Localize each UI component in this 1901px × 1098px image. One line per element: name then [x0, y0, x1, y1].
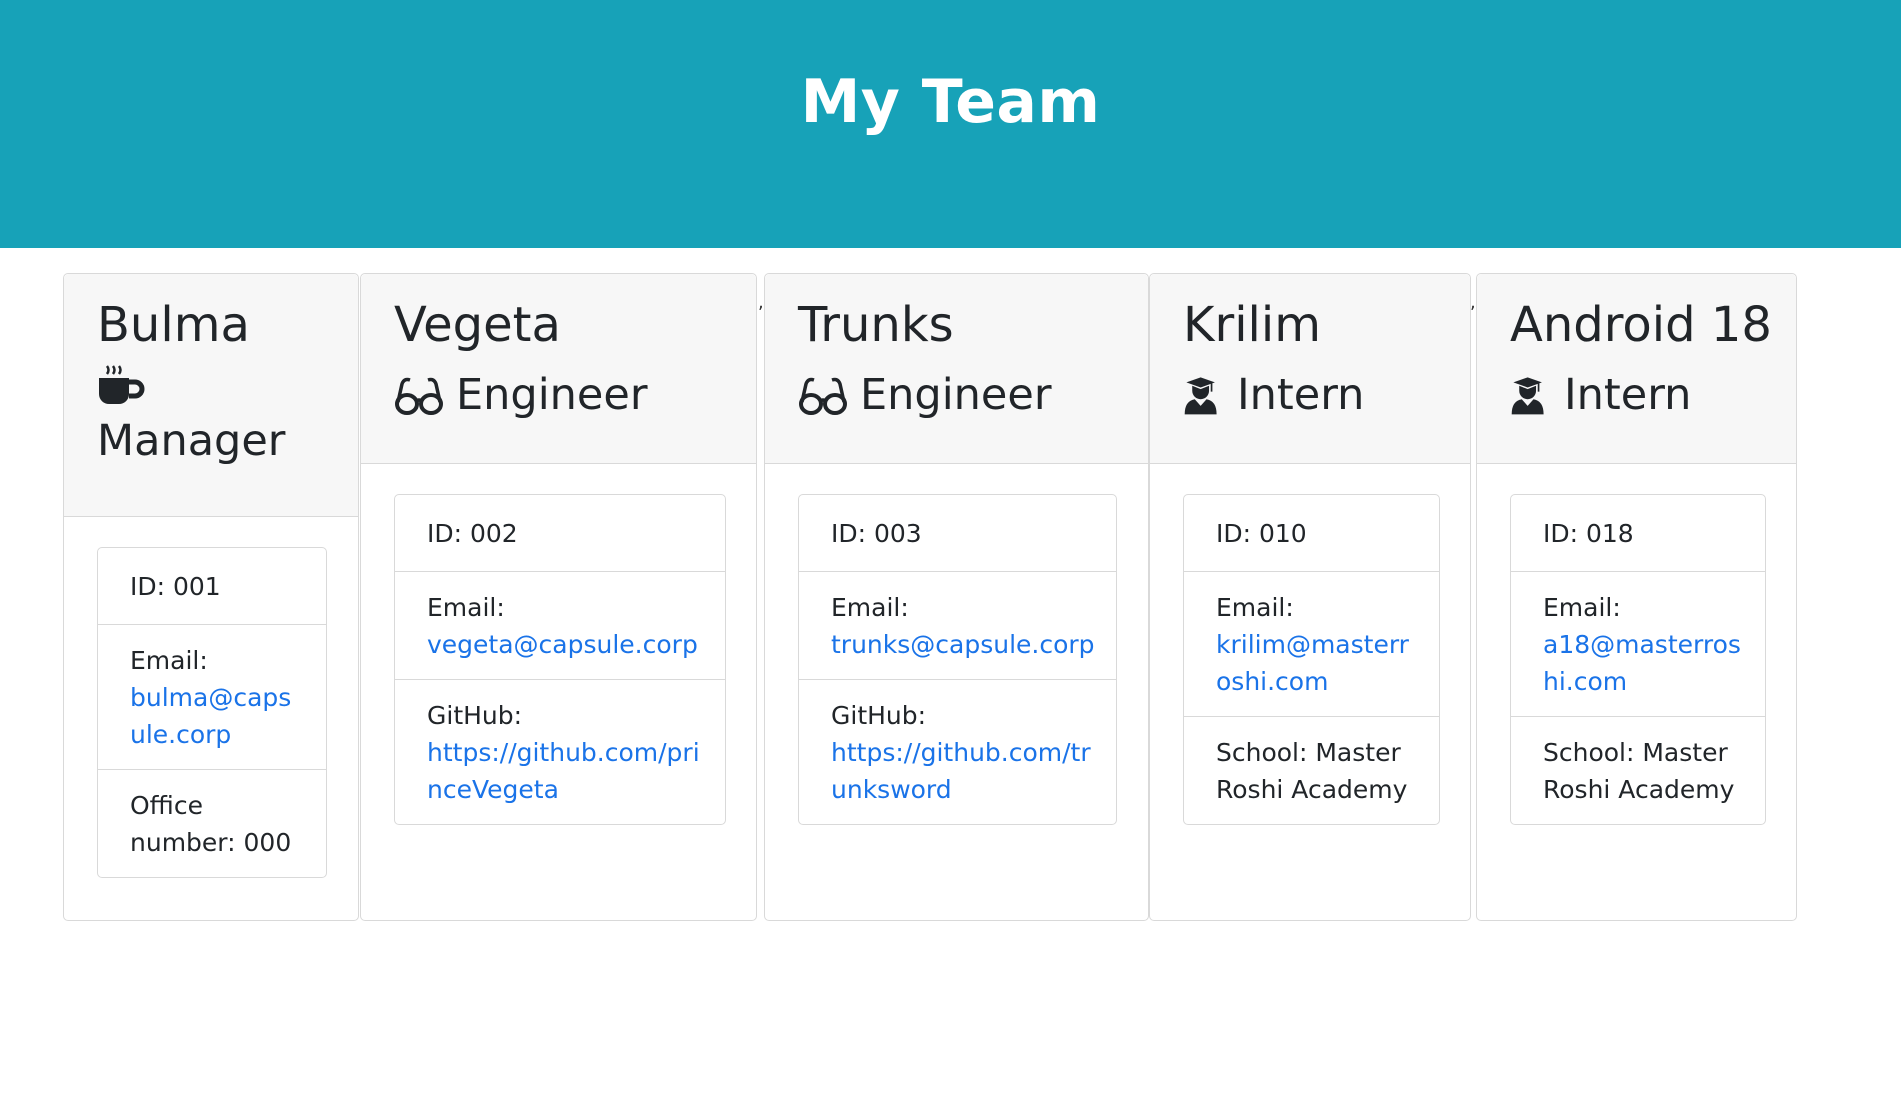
employee-details: ID: 001 Email: bulma@capsule.corp Office… — [97, 547, 327, 878]
office-number: Office number: 000 — [98, 769, 326, 877]
github-link[interactable]: https://github.com/trunksword — [831, 738, 1091, 804]
employee-details: ID: 010 Email: krilim@masterroshi.com Sc… — [1183, 494, 1440, 825]
stray-comma: , — [758, 292, 764, 313]
employee-role-label: Intern — [1564, 370, 1692, 420]
employee-role: Intern — [1183, 358, 1470, 432]
card-header: Vegeta Engineer — [361, 274, 756, 464]
email-link[interactable]: vegeta@capsule.corp — [427, 630, 698, 659]
employee-role-label: Engineer — [456, 370, 648, 420]
page-header: My Team — [0, 0, 1901, 248]
email-label: Email: — [130, 646, 208, 675]
glasses-icon — [799, 377, 847, 415]
email-label: Email: — [1543, 593, 1621, 622]
employee-details: ID: 003 Email: trunks@capsule.corp GitHu… — [798, 494, 1117, 825]
employee-card-trunks: Trunks Engineer ID: 003 Email: trunks@ca… — [764, 273, 1149, 921]
school: School: Master Roshi Academy — [1184, 716, 1439, 824]
email-label: Email: — [427, 593, 505, 622]
employee-role-label: Engineer — [860, 370, 1052, 420]
coffee-icon — [99, 365, 145, 404]
email-link[interactable]: trunks@capsule.corp — [831, 630, 1095, 659]
email-link[interactable]: a18@masterroshi.com — [1543, 630, 1741, 696]
employee-id: ID: 003 — [831, 519, 922, 548]
employee-id: ID: 010 — [1216, 519, 1307, 548]
card-header: Trunks Engineer — [765, 274, 1148, 464]
employee-role-label: Intern — [1237, 370, 1365, 420]
employee-role: Intern — [1510, 358, 1796, 432]
employee-email-item: Email: a18@masterroshi.com — [1511, 571, 1765, 716]
employee-email-item: Email: krilim@masterroshi.com — [1184, 571, 1439, 716]
employee-role: Manager — [97, 362, 358, 472]
graduate-icon — [1511, 377, 1544, 415]
glasses-icon — [395, 377, 443, 415]
github-label: GitHub: — [427, 701, 523, 730]
employee-role: Engineer — [798, 358, 1148, 432]
email-label: Email: — [1216, 593, 1294, 622]
email-link[interactable]: krilim@masterroshi.com — [1216, 630, 1409, 696]
card-header: Bulma Manager — [64, 274, 358, 517]
page-title: My Team — [800, 67, 1101, 137]
employee-id: ID: 001 — [130, 572, 221, 601]
employee-id: ID: 018 — [1543, 519, 1634, 548]
github-item: GitHub: https://github.com/princeVegeta — [395, 679, 725, 824]
employee-card-vegeta: Vegeta Engineer ID: 002 Email: vegeta@ca… — [360, 273, 757, 921]
school: School: Master Roshi Academy — [1511, 716, 1765, 824]
employee-email-item: Email: bulma@capsule.corp — [98, 624, 326, 769]
employee-role-label: Manager — [97, 416, 286, 466]
github-item: GitHub: https://github.com/trunksword — [799, 679, 1116, 824]
graduate-icon — [1184, 377, 1217, 415]
employee-name: Bulma — [97, 297, 250, 353]
employee-role: Engineer — [394, 358, 756, 432]
employee-details: ID: 018 Email: a18@masterroshi.com Schoo… — [1510, 494, 1766, 825]
employee-card-android-18: Android 18 Intern ID: 018 Email: a18@mas… — [1476, 273, 1797, 921]
stray-comma: , — [1470, 292, 1476, 313]
card-header: Android 18 Intern — [1477, 274, 1796, 464]
employee-card-krilim: Krilim Intern ID: 010 Email: krilim@mast… — [1149, 273, 1471, 921]
employee-email-item: Email: vegeta@capsule.corp — [395, 571, 725, 679]
github-label: GitHub: — [831, 701, 927, 730]
employee-details: ID: 002 Email: vegeta@capsule.corp GitHu… — [394, 494, 726, 825]
card-header: Krilim Intern — [1150, 274, 1470, 464]
employee-name: Android 18 — [1510, 297, 1772, 353]
employee-id: ID: 002 — [427, 519, 518, 548]
employee-name: Trunks — [798, 297, 954, 353]
employee-card-bulma: Bulma Manager ID: 001 Email: bulma@capsu… — [63, 273, 359, 921]
employee-name: Vegeta — [394, 297, 561, 353]
github-link[interactable]: https://github.com/princeVegeta — [427, 738, 700, 804]
employee-name: Krilim — [1183, 297, 1321, 353]
email-label: Email: — [831, 593, 909, 622]
email-link[interactable]: bulma@capsule.corp — [130, 683, 291, 749]
employee-email-item: Email: trunks@capsule.corp — [799, 571, 1116, 679]
